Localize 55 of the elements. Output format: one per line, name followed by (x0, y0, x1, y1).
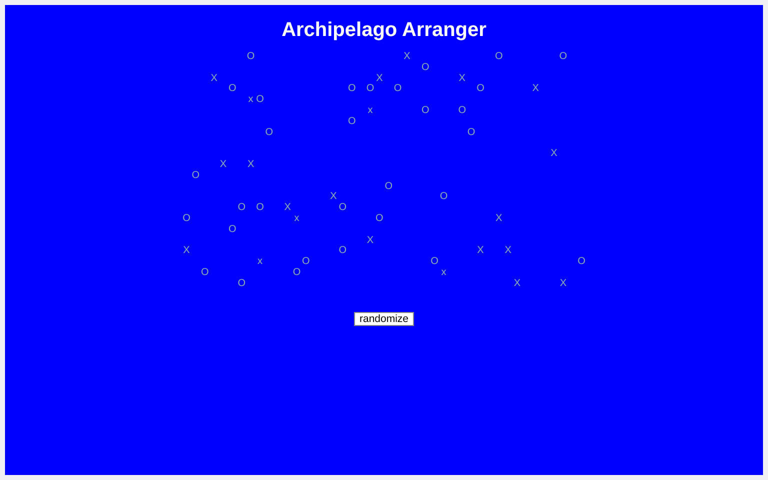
grid-mark: O (256, 95, 264, 106)
grid-mark: O (348, 84, 356, 96)
grid-mark: O (476, 84, 484, 96)
grid-mark: O (366, 84, 374, 96)
grid-mark: X (514, 278, 521, 290)
grid-mark: x (441, 268, 446, 279)
grid-mark: O (376, 214, 384, 225)
grid-mark: O (421, 62, 430, 74)
grid-mark: O (228, 224, 236, 236)
grid-mark: O (246, 52, 255, 63)
page-title: Archipelago Arranger (282, 18, 486, 42)
grid-mark: X (284, 203, 291, 214)
grid-mark: O (384, 182, 392, 192)
grid-mark: X (504, 246, 512, 258)
grid-mark: O (458, 106, 466, 117)
grid-mark: O (200, 268, 209, 279)
grid-mark: X (550, 149, 558, 160)
grid-mark: X (366, 236, 374, 246)
grid-mark: O (302, 257, 310, 268)
grid-mark: O (430, 257, 438, 268)
grid-mark: O (348, 116, 356, 128)
randomize-button[interactable]: randomize (354, 312, 414, 326)
grid-mark: O (394, 84, 402, 96)
grid-mark: X (560, 278, 566, 290)
grid-mark: O (559, 52, 568, 63)
grid-mark: X (532, 84, 539, 96)
grid-mark: X (330, 192, 337, 204)
grid-mark: X (220, 160, 227, 171)
grid-mark: X (210, 74, 218, 84)
grid-mark: X (404, 52, 410, 63)
grid-mark: O (238, 278, 246, 290)
grid-mark: O (238, 203, 246, 214)
grid-mark: O (494, 52, 503, 63)
grid-mark: x (294, 214, 300, 225)
grid-mark: X (477, 246, 484, 258)
grid-mark: O (228, 84, 236, 96)
grid-mark: O (192, 170, 200, 182)
grid-mark: O (292, 268, 301, 279)
grid-mark: O (256, 203, 264, 214)
grid-mark: X (376, 74, 383, 84)
grid-mark: O (467, 128, 476, 138)
grid-mark: X (458, 74, 466, 84)
grid-mark: X (247, 160, 254, 171)
grid-mark: X (496, 214, 502, 225)
grid-mark: x (248, 95, 254, 106)
grid-mark: O (440, 192, 448, 204)
grid-mark: x (368, 106, 373, 117)
grid-mark: O (182, 214, 190, 225)
grid-mark: O (421, 106, 430, 117)
grid-mark: O (338, 203, 347, 214)
grid-mark: X (183, 246, 190, 258)
grid-mark: O (265, 128, 274, 138)
grid-mark: O (338, 246, 347, 258)
grid-mark: x (257, 257, 262, 268)
grid-mark: O (578, 257, 586, 268)
